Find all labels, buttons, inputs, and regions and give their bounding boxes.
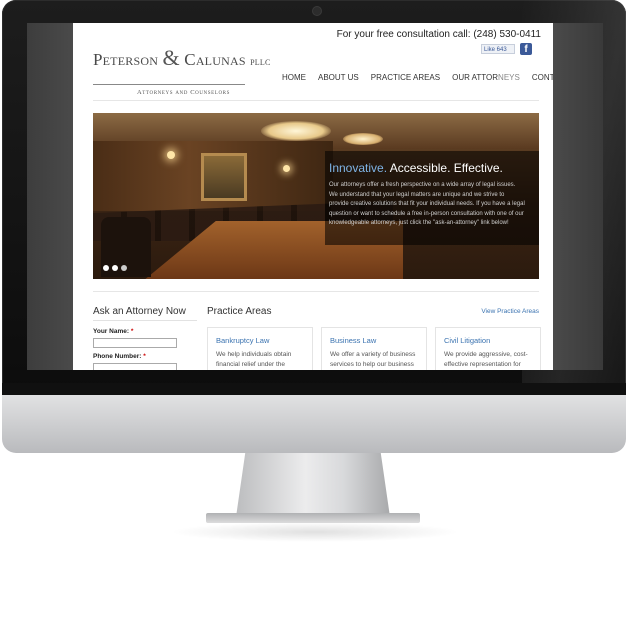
nav-home[interactable]: HOME [282, 73, 306, 82]
practice-card-civil-litigation[interactable]: Civil Litigation We provide aggressive, … [435, 327, 541, 370]
practice-card-business[interactable]: Business Law We offer a variety of busin… [321, 327, 427, 370]
required-mark: * [143, 353, 146, 360]
practice-card-desc: We offer a variety of business services … [330, 351, 416, 368]
page-background-left [27, 23, 73, 370]
practice-areas-title: Practice Areas [207, 306, 272, 317]
site-logo[interactable]: Peterson & Calunas PLLC Attorneys and Co… [93, 45, 271, 96]
phone-label: Phone Number: * [93, 353, 146, 360]
hero-painting [201, 153, 247, 201]
monitor-stand [236, 453, 390, 517]
monitor-bottom-bezel [2, 383, 626, 395]
logo-suffix: PLLC [250, 58, 271, 67]
phone-label-text: Phone Number: [93, 353, 142, 360]
monitor-screen: For your free consultation call: (248) 5… [27, 23, 603, 370]
nav-our-attorneys-label-a: OUR ATTOR [452, 73, 499, 82]
practice-card-title[interactable]: Civil Litigation [444, 336, 490, 345]
hero-description: Our attorneys offer a fresh perspective … [329, 182, 525, 226]
logo-underline [93, 84, 245, 85]
phone-input[interactable] [93, 363, 177, 370]
hero-banner: Innovative. Accessible. Effective. Our a… [93, 113, 539, 279]
ask-attorney-title: Ask an Attorney Now [93, 306, 186, 317]
practice-card-desc: We help individuals obtain financial rel… [216, 351, 292, 368]
practice-card-desc: We provide aggressive, cost-effective re… [444, 351, 528, 368]
content-divider [93, 291, 539, 292]
practice-card-title[interactable]: Business Law [330, 336, 376, 345]
main-navigation: HOME ABOUT US PRACTICE AREAS OUR ATTOR NE… [282, 73, 553, 82]
nav-our-attorneys[interactable]: OUR ATTOR NEYS [452, 73, 520, 82]
hero-chandelier-2 [343, 133, 383, 145]
website-page: For your free consultation call: (248) 5… [73, 23, 553, 370]
hero-sconce [167, 151, 175, 159]
ask-attorney-underline [93, 320, 197, 321]
page-background-right [553, 23, 603, 370]
slider-dot-2[interactable] [112, 265, 118, 271]
hero-sconce-2 [283, 165, 290, 172]
hero-tagline-accent: Innovative. [329, 161, 388, 175]
logo-name-first: Peterson [93, 50, 159, 69]
name-input[interactable] [93, 338, 177, 348]
consultation-phone: For your free consultation call: (248) 5… [337, 29, 541, 40]
facebook-icon[interactable]: f [520, 43, 532, 55]
name-label: Your Name: * [93, 328, 133, 335]
logo-ampersand: & [162, 45, 180, 70]
phone-number[interactable]: (248) 530-0411 [473, 29, 541, 40]
monitor-shadow [170, 522, 460, 542]
facebook-like-button[interactable]: Like 643 [481, 44, 515, 54]
slider-dot-3[interactable] [121, 265, 127, 271]
phone-prefix: For your free consultation call: [336, 29, 471, 40]
practice-card-title[interactable]: Bankruptcy Law [216, 336, 269, 345]
slider-dot-1[interactable] [103, 265, 109, 271]
view-practice-areas-link[interactable]: View Practice Areas [481, 308, 539, 315]
camera-icon [313, 7, 321, 15]
name-label-text: Your Name: [93, 328, 129, 335]
practice-card-bankruptcy[interactable]: Bankruptcy Law We help individuals obtai… [207, 327, 313, 370]
logo-tagline: Attorneys and Counselors [137, 89, 230, 96]
nav-our-attorneys-label-b: NEYS [498, 73, 520, 82]
nav-practice-areas[interactable]: PRACTICE AREAS [371, 73, 440, 82]
logo-wordmark: Peterson & Calunas PLLC [93, 45, 271, 71]
slider-dots [103, 265, 127, 271]
hero-tagline: Innovative. Accessible. Effective. [329, 161, 503, 175]
header-divider [93, 100, 539, 101]
logo-name-second: Calunas [184, 50, 246, 69]
required-mark: * [130, 328, 134, 335]
hero-tagline-rest: Accessible. Effective. [389, 161, 503, 175]
hero-chandelier [261, 121, 331, 141]
nav-about-us[interactable]: ABOUT US [318, 73, 359, 82]
nav-contact-us[interactable]: CONTACT US [532, 73, 553, 82]
